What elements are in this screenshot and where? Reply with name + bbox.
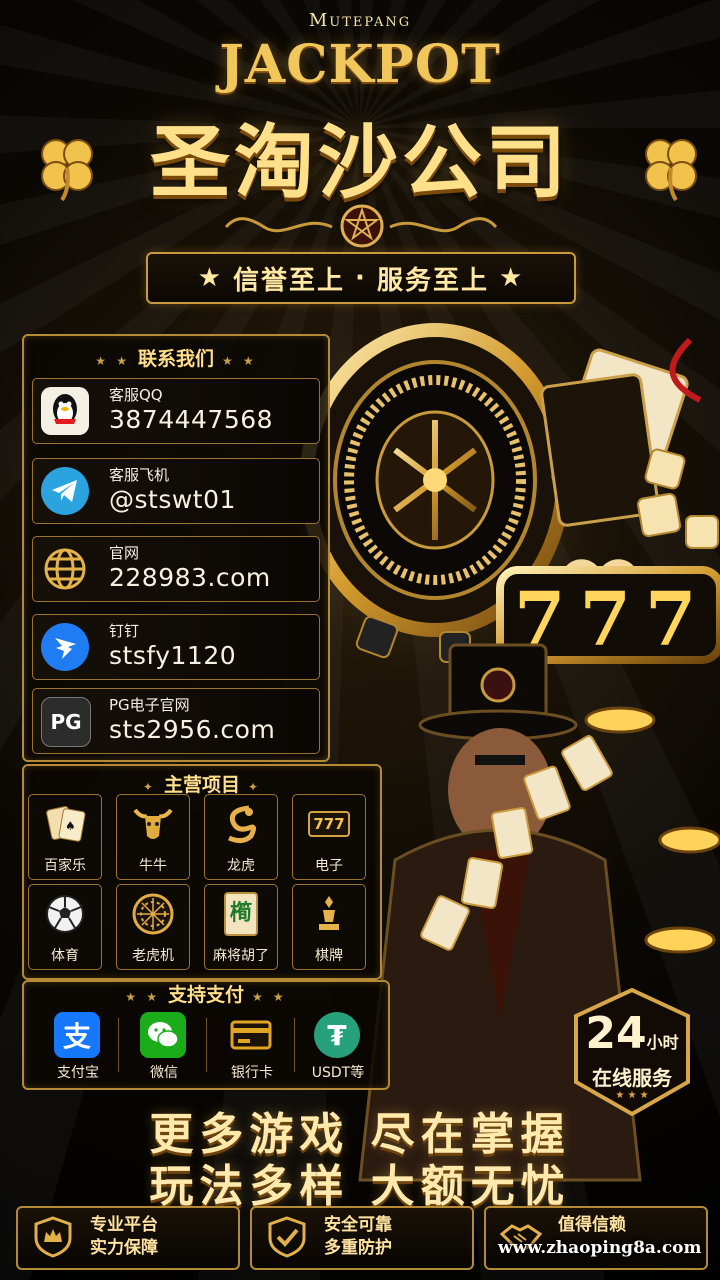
playing-cards-icon: ♠ xyxy=(42,801,88,847)
pay-label: 银行卡 xyxy=(231,1065,273,1081)
service-hours-unit: 小时 xyxy=(646,1033,679,1052)
game-label: 麻将胡了 xyxy=(213,948,269,964)
slogan-left: 信誉至上 xyxy=(233,265,346,296)
stars-decor: ★ ★ xyxy=(125,990,160,1004)
stars-decor: ✦ xyxy=(248,780,262,794)
feature-line1: 值得信赖 xyxy=(558,1215,626,1235)
bull-head-icon xyxy=(130,801,176,847)
star-icon: ★ xyxy=(197,263,224,293)
service-text: 在线服务 xyxy=(592,1066,672,1090)
game-label: 牛牛 xyxy=(139,858,167,874)
contact-dingtalk[interactable]: 钉钉 stsfy1120 xyxy=(32,614,320,680)
star-icon: ★ xyxy=(498,263,525,293)
contact-telegram[interactable]: 客服飞机 @stswt01 xyxy=(32,458,320,524)
clover-right-icon xyxy=(645,139,697,202)
brand-subtitle: Mutepang xyxy=(308,10,412,31)
dingtalk-icon xyxy=(41,623,89,671)
game-sports[interactable]: 体育 xyxy=(28,884,102,970)
mahjong-tile-icon: 橁 xyxy=(218,891,264,937)
stars-decor: ★ ★ xyxy=(252,990,287,1004)
company-title: 圣淘沙公司 xyxy=(150,116,570,209)
pg-logo-icon: PG xyxy=(41,697,91,747)
game-label: 龙虎 xyxy=(227,858,255,874)
pay-alipay[interactable]: 支 支付宝 xyxy=(38,1008,118,1084)
game-niuniu[interactable]: 牛牛 xyxy=(116,794,190,880)
feature-line2: 实力保障 xyxy=(90,1238,158,1258)
soccer-ball-icon xyxy=(42,891,88,937)
contact-heading: ★ ★ 联系我们 ★ ★ xyxy=(95,348,257,370)
tether-icon: ₮ xyxy=(314,1012,360,1058)
qq-penguin-icon xyxy=(41,387,89,435)
contact-label: 官网 xyxy=(109,544,140,562)
feature-professional: 专业平台 实力保障 xyxy=(16,1206,240,1270)
pay-wechat[interactable]: 微信 xyxy=(124,1008,204,1084)
game-electronic[interactable]: 777 电子 xyxy=(292,794,366,880)
pay-label: USDT等 xyxy=(311,1065,365,1081)
roulette-wheel-icon xyxy=(130,891,176,937)
alipay-icon: 支 xyxy=(54,1012,100,1058)
slogan-right: 服务至上 xyxy=(376,265,489,296)
slogan-banner: ★ 信誉至上 · 服务至上 ★ xyxy=(146,252,576,304)
contact-website[interactable]: 官网 228983.com xyxy=(32,536,320,602)
game-baccarat[interactable]: ♠ 百家乐 xyxy=(28,794,102,880)
stars-decor: ★ ★ xyxy=(222,354,257,368)
pay-usdt[interactable]: ₮ USDT等 xyxy=(298,1008,378,1084)
contact-label: 客服飞机 xyxy=(109,466,170,484)
game-mahjong[interactable]: 橁 麻将胡了 xyxy=(204,884,278,970)
pay-label: 支付宝 xyxy=(57,1065,99,1081)
contact-value[interactable]: @stswt01 xyxy=(109,485,236,514)
game-label: 电子 xyxy=(315,858,343,874)
game-slots[interactable]: 老虎机 xyxy=(116,884,190,970)
divider xyxy=(294,1018,295,1072)
stars-decor: ★ ★ xyxy=(95,354,130,368)
contact-value[interactable]: 3874447568 xyxy=(109,405,273,434)
games-heading: ✦ 主营项目 ✦ xyxy=(142,774,262,796)
game-label: 体育 xyxy=(51,948,79,964)
service-hours: 24 xyxy=(585,1008,647,1059)
contact-value[interactable]: stsfy1120 xyxy=(109,641,236,670)
chess-piece-icon xyxy=(306,891,352,937)
contact-value[interactable]: 228983.com xyxy=(109,563,271,592)
swirl-right-ornament xyxy=(389,217,498,233)
divider xyxy=(206,1018,207,1072)
globe-icon xyxy=(41,545,89,593)
bank-card-icon xyxy=(228,1012,274,1058)
contact-label: 钉钉 xyxy=(109,622,140,640)
swirl-left-ornament xyxy=(224,217,333,233)
svg-text:♠: ♠ xyxy=(65,819,76,833)
dragon-icon xyxy=(218,801,264,847)
feature-line1: 安全可靠 xyxy=(324,1215,392,1235)
feature-line1: 专业平台 xyxy=(90,1215,158,1235)
check-shield-icon xyxy=(268,1216,306,1258)
clover-left-icon xyxy=(41,139,93,202)
game-label: 老虎机 xyxy=(132,948,174,964)
headline-line2: 玩法多样 大额无忧 xyxy=(149,1161,571,1212)
payment-heading: ★ ★ 支持支付 ★ ★ xyxy=(125,984,287,1006)
contact-label: PG电子官网 xyxy=(109,696,190,714)
divider xyxy=(118,1018,119,1072)
telegram-icon xyxy=(41,467,89,515)
game-chess-cards[interactable]: 棋牌 xyxy=(292,884,366,970)
slot-777-icon: 777 xyxy=(306,801,352,847)
jackpot-title: JACKPOT xyxy=(219,34,501,95)
wechat-icon xyxy=(140,1012,186,1058)
pentagram-emblem-icon xyxy=(340,204,384,248)
game-dragon-tiger[interactable]: 龙虎 xyxy=(204,794,278,880)
watermark-url: www.zhaoping8a.com xyxy=(498,1238,702,1258)
feature-security: 安全可靠 多重防护 xyxy=(250,1206,474,1270)
feature-line2: 多重防护 xyxy=(324,1238,392,1258)
pay-label: 微信 xyxy=(150,1065,178,1081)
contact-qq[interactable]: 客服QQ 3874447568 xyxy=(32,378,320,444)
contact-label: 客服QQ xyxy=(109,386,163,404)
slogan-dot: · xyxy=(355,263,367,293)
pay-bank-card[interactable]: 银行卡 xyxy=(212,1008,292,1084)
contact-pg[interactable]: PG PG电子官网 sts2956.com xyxy=(32,688,320,754)
stars-decor: ✦ xyxy=(142,780,156,794)
game-label: 百家乐 xyxy=(44,858,86,874)
contact-value[interactable]: sts2956.com xyxy=(109,715,275,744)
game-label: 棋牌 xyxy=(315,948,343,964)
crown-shield-icon xyxy=(34,1216,72,1258)
